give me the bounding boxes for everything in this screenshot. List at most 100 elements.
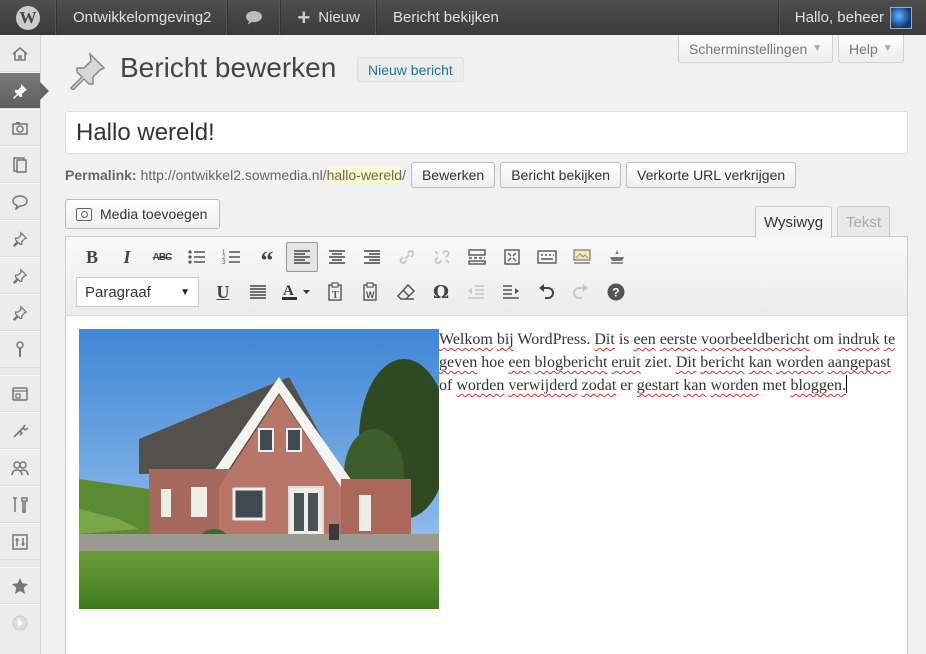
add-media-button[interactable]: Media toevoegen (65, 199, 221, 229)
site-name-link[interactable]: Ontwikkelomgeving2 (57, 0, 229, 35)
content-word: eerste (659, 331, 697, 348)
post-title-input[interactable]: Hallo wereld! (65, 111, 908, 154)
edit-permalink-button[interactable]: Bewerken (410, 162, 496, 188)
admin-bar: W Ontwikkelomgeving2 + Nieuw Bericht bek… (0, 0, 926, 35)
align-center-button[interactable] (321, 242, 353, 272)
menu-settings[interactable] (0, 523, 40, 560)
menu-comments[interactable] (0, 183, 40, 220)
menu-dashboard[interactable] (0, 35, 40, 72)
tab-text[interactable]: Tekst (837, 206, 891, 237)
indent-button[interactable] (495, 277, 527, 307)
align-right-button[interactable] (356, 242, 388, 272)
paste-from-word-button[interactable]: W (355, 277, 387, 307)
redo-button[interactable] (565, 277, 597, 307)
pin-icon (12, 230, 28, 247)
blockquote-button[interactable]: “ (251, 242, 283, 275)
get-shortlink-button[interactable]: Verkorte URL verkrijgen (626, 162, 797, 188)
house-photo[interactable] (79, 329, 439, 609)
content-word: eruit (611, 354, 641, 371)
numbered-list-icon: 123 (222, 250, 240, 266)
content-word: een (508, 354, 531, 371)
svg-text:?: ? (612, 286, 619, 300)
wordpress-logo-button[interactable]: W (0, 0, 57, 35)
justify-button[interactable] (242, 277, 274, 307)
bullet-list-button[interactable] (181, 242, 213, 272)
dropdown-arrow-icon: ▼ (180, 286, 190, 298)
new-content-button[interactable]: + Nieuw (281, 0, 377, 35)
plugin-button[interactable] (601, 242, 633, 272)
menu-custom-3[interactable] (0, 294, 40, 331)
menu-plugins[interactable] (0, 412, 40, 449)
post-editor: B I ABC 123 “ Paragraaf ▼ U A T W Ω ? We… (65, 236, 908, 654)
new-post-label: Nieuw bericht (368, 61, 453, 78)
paste-text-icon: T (328, 282, 342, 301)
help-label: Help (849, 40, 878, 57)
content-word: verwijderd (508, 377, 578, 394)
keyboard-shortcuts-button[interactable]: ? (600, 277, 632, 307)
numbered-list-button[interactable]: 123 (216, 242, 248, 272)
insert-gallery-button[interactable] (566, 242, 598, 272)
quote-icon: “ (260, 246, 274, 275)
link-icon (399, 250, 415, 264)
permalink-slug[interactable]: hallo-wereld (326, 167, 403, 183)
menu-custom-4[interactable] (0, 331, 40, 368)
tools-icon (13, 496, 28, 513)
text-color-icon: A (282, 283, 310, 300)
underline-button[interactable]: U (207, 277, 239, 307)
comments-icon (12, 194, 28, 210)
pin-icon (12, 267, 28, 284)
post-pushpin-icon (69, 51, 106, 90)
text-color-button[interactable]: A (277, 277, 317, 307)
view-post-link[interactable]: Bericht bekijken (377, 0, 515, 35)
strikethrough-button[interactable]: ABC (146, 242, 178, 272)
new-post-button[interactable]: Nieuw bericht (357, 57, 464, 82)
toolbar-toggle-button[interactable] (531, 242, 563, 272)
content-word: kan (683, 377, 707, 394)
menu-users[interactable] (0, 449, 40, 486)
menu-custom-1[interactable] (0, 220, 40, 257)
menu-appearance[interactable] (0, 375, 40, 412)
view-post-button[interactable]: Bericht bekijken (500, 162, 622, 188)
insert-link-button[interactable] (391, 242, 423, 272)
format-select[interactable]: Paragraaf ▼ (76, 277, 199, 307)
clear-formatting-button[interactable] (390, 277, 422, 307)
undo-button[interactable] (530, 277, 562, 307)
menu-posts[interactable] (0, 72, 49, 109)
remove-link-button[interactable] (426, 242, 458, 272)
menu-star[interactable] (0, 567, 40, 604)
collapse-menu-button[interactable] (0, 604, 40, 641)
appearance-icon (12, 386, 28, 401)
get-shortlink-label: Verkorte URL verkrijgen (637, 167, 786, 183)
content-word: worden (710, 377, 759, 394)
user-account-menu[interactable]: Hallo, beheer (777, 0, 926, 35)
italic-button[interactable]: I (111, 242, 143, 272)
help-button[interactable]: Help ▼ (838, 35, 904, 63)
content-word: om (813, 331, 834, 348)
menu-custom-2[interactable] (0, 257, 40, 294)
editor-content[interactable]: Welkom bij WordPress. Dit is een eerste … (79, 328, 899, 609)
special-character-button[interactable]: Ω (425, 277, 457, 307)
content-word: gestart (636, 377, 680, 394)
text-caret (846, 375, 848, 393)
menu-pages[interactable] (0, 146, 40, 183)
fullscreen-button[interactable] (496, 242, 528, 272)
screen-options-button[interactable]: Scherminstellingen ▼ (678, 35, 834, 63)
insert-more-button[interactable] (461, 242, 493, 272)
align-left-button[interactable] (286, 242, 318, 272)
media-icon (12, 121, 28, 135)
tab-visual[interactable]: Wysiwyg (755, 206, 833, 238)
collapse-icon (12, 615, 28, 631)
comments-button[interactable] (228, 0, 282, 35)
outdent-button[interactable] (460, 277, 492, 307)
content-word: Dit (675, 354, 697, 371)
toolbar-row-1: B I ABC 123 “ (76, 242, 636, 275)
content-word: ziet. (644, 354, 672, 371)
menu-tools[interactable] (0, 486, 40, 523)
plugins-icon (13, 424, 29, 438)
paste-as-text-button[interactable]: T (320, 277, 352, 307)
menu-media[interactable] (0, 109, 40, 146)
add-media-label: Media toevoegen (100, 206, 208, 222)
pushpin-icon (13, 83, 27, 99)
bold-button[interactable]: B (76, 242, 108, 272)
permalink-base: http://ontwikkel2.sowmedia.nl/ (140, 167, 327, 183)
